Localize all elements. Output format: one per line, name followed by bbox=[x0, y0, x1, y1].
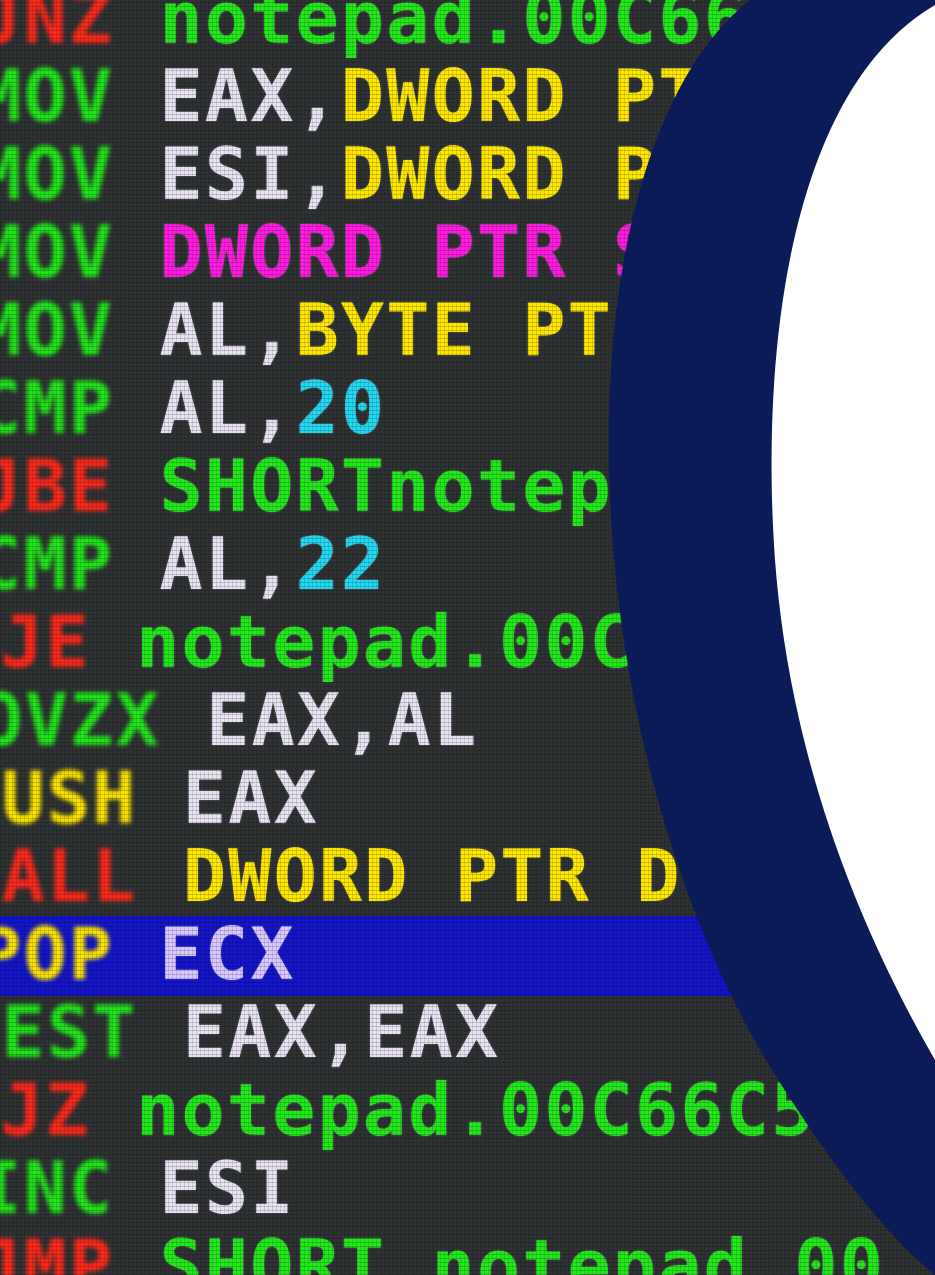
disassembly-line: MOVZX EAX,AL bbox=[0, 680, 478, 760]
opcode-mnemonic: CALL bbox=[0, 834, 138, 918]
operand-text: 22 bbox=[295, 522, 387, 606]
disassembly-line: MOV ESI,DWORD PT bbox=[0, 134, 704, 214]
opcode-mnemonic: MOV bbox=[0, 132, 115, 216]
operand-text: EAX, bbox=[159, 54, 341, 138]
disassembly-line: INC ESI bbox=[0, 1148, 295, 1228]
disassembly-line: JMP SHORT notepad.00 bbox=[0, 1226, 885, 1275]
disassembly-line: MOV AL,BYTE PTR bbox=[0, 290, 658, 370]
opcode-mnemonic: MOV bbox=[0, 54, 115, 138]
operand-text: BYTE PTR bbox=[295, 288, 659, 372]
operand-text: notepad.00C66C5 bbox=[136, 1068, 817, 1152]
opcode-mnemonic: PUSH bbox=[0, 756, 138, 840]
opcode-mnemonic: CMP bbox=[0, 522, 115, 606]
opcode-mnemonic: INC bbox=[0, 1146, 115, 1230]
disassembly-line: CMP AL,22 bbox=[0, 524, 386, 604]
opcode-mnemonic: JMP bbox=[0, 1224, 115, 1275]
disassembly-line: CMP AL,20 bbox=[0, 368, 386, 448]
disassembly-line: MOV DWORD PTR S bbox=[0, 212, 658, 292]
disassembly-line: POP ECX bbox=[0, 914, 295, 994]
operand-text: DWORD PTR D bbox=[182, 834, 682, 918]
opcode-mnemonic: TEST bbox=[0, 990, 138, 1074]
operand-text: DWORD PTR S bbox=[159, 210, 659, 294]
disassembly-line: TEST EAX,EAX bbox=[0, 992, 500, 1072]
operand-text: ESI bbox=[159, 1146, 296, 1230]
disassembly-screen-photo: JNZ notepad.00C66MOV EAX,DWORD PTMOV ESI… bbox=[0, 0, 935, 1275]
operand-text: SHORT bbox=[159, 444, 387, 528]
operand-text: EAX bbox=[182, 756, 319, 840]
operand-text: EAX,AL bbox=[206, 678, 479, 762]
opcode-mnemonic: MOV bbox=[0, 210, 115, 294]
operand-text: notepad.00C66 bbox=[159, 0, 749, 60]
operand-text: AL, bbox=[159, 522, 296, 606]
operand-text: ESI, bbox=[159, 132, 341, 216]
disassembly-line: JBE SHORT notep bbox=[0, 446, 613, 526]
opcode-mnemonic: JBE bbox=[0, 444, 115, 528]
operand-text: ECX bbox=[159, 912, 296, 996]
opcode-mnemonic: JZ bbox=[0, 1068, 91, 1152]
operand-text: notepad.00C6 bbox=[136, 600, 681, 684]
operand-text: DWORD PT bbox=[340, 54, 704, 138]
operand-text: AL, bbox=[159, 366, 296, 450]
disassembly-line: PUSH EAX bbox=[0, 758, 319, 838]
operand-text: EAX,EAX bbox=[182, 990, 501, 1074]
operand-text: notep bbox=[386, 444, 613, 528]
operand-text: DWORD PT bbox=[340, 132, 704, 216]
opcode-mnemonic: MOV bbox=[0, 288, 115, 372]
disassembly-line: CALL DWORD PTR D bbox=[0, 836, 682, 916]
opcode-mnemonic: JE bbox=[0, 600, 91, 684]
disassembly-line: MOV EAX,DWORD PT bbox=[0, 56, 704, 136]
operand-text: AL, bbox=[159, 288, 296, 372]
disassembly-line: JE notepad.00C6 bbox=[0, 602, 680, 682]
opcode-mnemonic: POP bbox=[0, 912, 115, 996]
disassembly-line: JNZ notepad.00C66 bbox=[0, 0, 749, 58]
opcode-mnemonic: CMP bbox=[0, 366, 115, 450]
operand-text: 20 bbox=[295, 366, 387, 450]
operand-text: SHORT notepad.00 bbox=[159, 1224, 885, 1275]
opcode-mnemonic: JNZ bbox=[0, 0, 115, 60]
disassembly-line: JZ notepad.00C66C5 bbox=[0, 1070, 816, 1150]
opcode-mnemonic: MOVZX bbox=[0, 678, 161, 762]
